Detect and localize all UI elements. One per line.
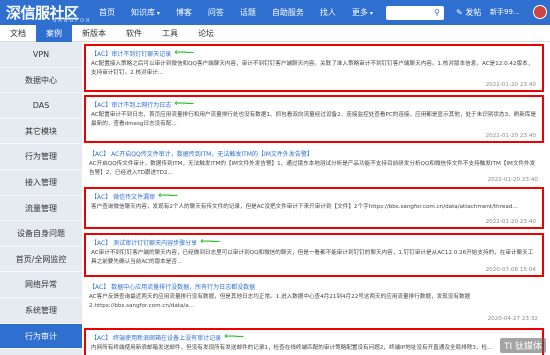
- section-tabs: 文档 案例 新版本 软件 工具 论坛: [0, 25, 550, 42]
- arrow-annotation-icon: ⟵—: [200, 237, 220, 247]
- post-list: 【AC】审计不到钉钉聊天记录 ⟵— AC配置接入策略之后可以审计到微信和QQ客户端聊…: [84, 44, 548, 355]
- nav-item[interactable]: 更多: [345, 0, 380, 25]
- search-input[interactable]: ⚲: [386, 6, 444, 20]
- sidebar-item[interactable]: 其它模块: [0, 119, 82, 145]
- post-excerpt: AC客户反馈查询最近两天的应用流量排行没有数据，但是其他日志均正常。1.进入数据…: [89, 294, 471, 309]
- post-excerpt: AC配置接入策略之后可以审计到微信和QQ客户端聊天内容，审计不到钉钉客户端聊天内…: [91, 61, 534, 76]
- tab-item[interactable]: 新版本: [72, 25, 116, 42]
- list-item[interactable]: 【AC】 终端使用新浪邮箱在设备上没有审计记录 ⟵— 内网所有终端使用新浪邮箱发送邮…: [84, 328, 544, 355]
- sidebar-item[interactable]: 流量管理: [0, 196, 82, 222]
- post-date: 2022-01-20 23:40: [487, 177, 538, 183]
- arrow-annotation-icon: ⟵—: [158, 191, 178, 201]
- list-item[interactable]: 【AC】 微信传文件漏审 ⟵— 客户查询微信聊天内容，发现有2个人的聊天有传文件的记…: [84, 187, 544, 229]
- post-date: 2020-04-27 23:32: [487, 316, 538, 322]
- post-date: 2020-07-08 15:04: [485, 267, 536, 273]
- avatar[interactable]: [533, 5, 547, 19]
- post-title-text[interactable]: 【AC】 微信传文件漏审: [91, 192, 155, 201]
- tab-item[interactable]: 论坛: [188, 25, 224, 42]
- sidebar-item[interactable]: 接入管理: [0, 170, 82, 196]
- sidebar-item[interactable]: 网络异常: [0, 272, 82, 298]
- post-title-text[interactable]: 【AC】 测试审计钉钉聊天内容步骤分享: [91, 238, 197, 247]
- sidebar-item[interactable]: 设备自身问题: [0, 221, 82, 247]
- post-title[interactable]: 【AC】 测试审计钉钉聊天内容步骤分享 ⟵—: [91, 237, 537, 247]
- post-title[interactable]: 【AC】 AC开启QQ传文件审计，数据传到ITM，无法触发ITM的【IM文件外发…: [89, 149, 539, 158]
- list-item[interactable]: 【AC】 AC开启QQ传文件审计，数据传到ITM，无法触发ITM的【IM文件外发…: [84, 147, 544, 185]
- post-title[interactable]: 【AC】 微信传文件漏审 ⟵—: [91, 191, 537, 201]
- post-button[interactable]: ✎ 发帖: [456, 0, 481, 25]
- post-title-text[interactable]: 【AC】审计不到上网行为日志: [91, 100, 171, 109]
- post-excerpt: AC审计不到钉钉客户端的聊天内容，已经做到日志里可以审计到QQ和微信的聊天，但是…: [91, 250, 534, 265]
- list-item[interactable]: 【AC】 数据中心应用流量排行没数据，所有行为日志都没数据 AC客户反馈查询最近两…: [84, 280, 544, 324]
- post-title[interactable]: 【AC】 终端使用新浪邮箱在设备上没有审计记录 ⟵—: [91, 332, 537, 342]
- search-icon[interactable]: ⚲: [431, 7, 443, 19]
- sidebar: VPN 数据中心 DAS 其它模块 行为管理 接入管理 流量管理 设备自身问题 首页/全网监控网…: [0, 42, 82, 355]
- post-title[interactable]: 【AC】审计不到钉钉聊天记录 ⟵—: [91, 48, 537, 58]
- tab-item[interactable]: 案例: [36, 25, 72, 42]
- post-date: 2022-01-20 23:40: [485, 219, 536, 225]
- nav-item[interactable]: 知识库: [124, 0, 167, 25]
- nav-item[interactable]: 问答: [201, 0, 231, 25]
- sidebar-item[interactable]: VPN: [0, 42, 82, 68]
- post-title-text[interactable]: 【AC】审计不到钉钉聊天记录: [91, 49, 171, 58]
- sidebar-item[interactable]: DAS: [0, 93, 82, 119]
- list-item[interactable]: 【AC】审计不到上网行为日志 ⟵— AC配置审计不到日志，首页应用流量排行和用户流量…: [84, 95, 544, 143]
- sidebar-item[interactable]: 行为管理: [0, 144, 82, 170]
- watermark: TI 钛媒体: [499, 338, 546, 353]
- post-label: 发帖: [465, 8, 482, 17]
- list-item[interactable]: 【AC】 测试审计钉钉聊天内容步骤分享 ⟵— AC审计不到钉钉客户端的聊天内容，已经…: [84, 233, 544, 277]
- nav-item[interactable]: 找人: [313, 0, 343, 25]
- post-title[interactable]: 【AC】 数据中心应用流量排行没数据，所有行为日志都没数据: [89, 282, 539, 291]
- post-excerpt: 客户查询微信聊天内容，发现有2个人的聊天有传文件的记录，但是AC没把文件审计下来…: [91, 204, 518, 210]
- post-excerpt: 内网所有终端使用新浪邮箱发送邮件，但没有发现所有发送邮件的记录1，检查在线终端匹…: [91, 345, 493, 351]
- nav-item[interactable]: 自助服务: [265, 0, 311, 25]
- post-date: 2022-01-20 23:40: [485, 133, 536, 139]
- tab-item[interactable]: 软件: [116, 25, 152, 42]
- post-title-text[interactable]: 【AC】 AC开启QQ传文件审计，数据传到ITM，无法触发ITM的【IM文件外发…: [89, 149, 313, 158]
- sidebar-item[interactable]: 行为审计: [0, 323, 82, 350]
- nav-item[interactable]: 话题: [233, 0, 263, 25]
- post-date: 2022-01-20 23:40: [485, 82, 536, 88]
- post-title-text[interactable]: 【AC】 终端使用新浪邮箱在设备上没有审计记录: [91, 333, 221, 342]
- post-title[interactable]: 【AC】审计不到上网行为日志 ⟵—: [91, 99, 537, 109]
- arrow-annotation-icon: ⟵—: [174, 99, 194, 109]
- top-navbar: 深信服社区 SANGFOR 首页知识库博客问答话题自助服务找人更多 ⚲ ✎ 发帖…: [0, 0, 550, 25]
- list-item[interactable]: 【AC】审计不到钉钉聊天记录 ⟵— AC配置接入策略之后可以审计到微信和QQ客户端聊…: [84, 44, 544, 92]
- logo-subtitle: SANGFOR: [53, 18, 92, 24]
- main-nav: 首页知识库博客问答话题自助服务找人更多: [92, 0, 380, 25]
- post-excerpt: AC开启QQ传文件审计，数据传到ITM，无法触发ITM的【IM文件外发告警】1、…: [89, 161, 536, 176]
- post-title-text[interactable]: 【AC】 数据中心应用流量排行没数据，所有行为日志都没数据: [89, 282, 255, 291]
- tab-item[interactable]: 文档: [0, 25, 36, 42]
- sidebar-item[interactable]: 数据中心: [0, 68, 82, 94]
- sidebar-item[interactable]: 首页/全网监控: [0, 247, 82, 273]
- tab-item[interactable]: 工具: [152, 25, 188, 42]
- nav-item[interactable]: 首页: [92, 0, 122, 25]
- sidebar-item[interactable]: 系统管理: [0, 298, 82, 324]
- arrow-annotation-icon: ⟵—: [174, 48, 194, 58]
- nav-item[interactable]: 博客: [169, 0, 199, 25]
- post-excerpt: AC配置审计不到日志，首页应用流量排行和用户流量排行处也没有数据1、抓包看双向流…: [91, 112, 537, 127]
- arrow-annotation-icon: ⟵—: [224, 332, 244, 342]
- user-menu[interactable]: 新手99...: [490, 0, 520, 25]
